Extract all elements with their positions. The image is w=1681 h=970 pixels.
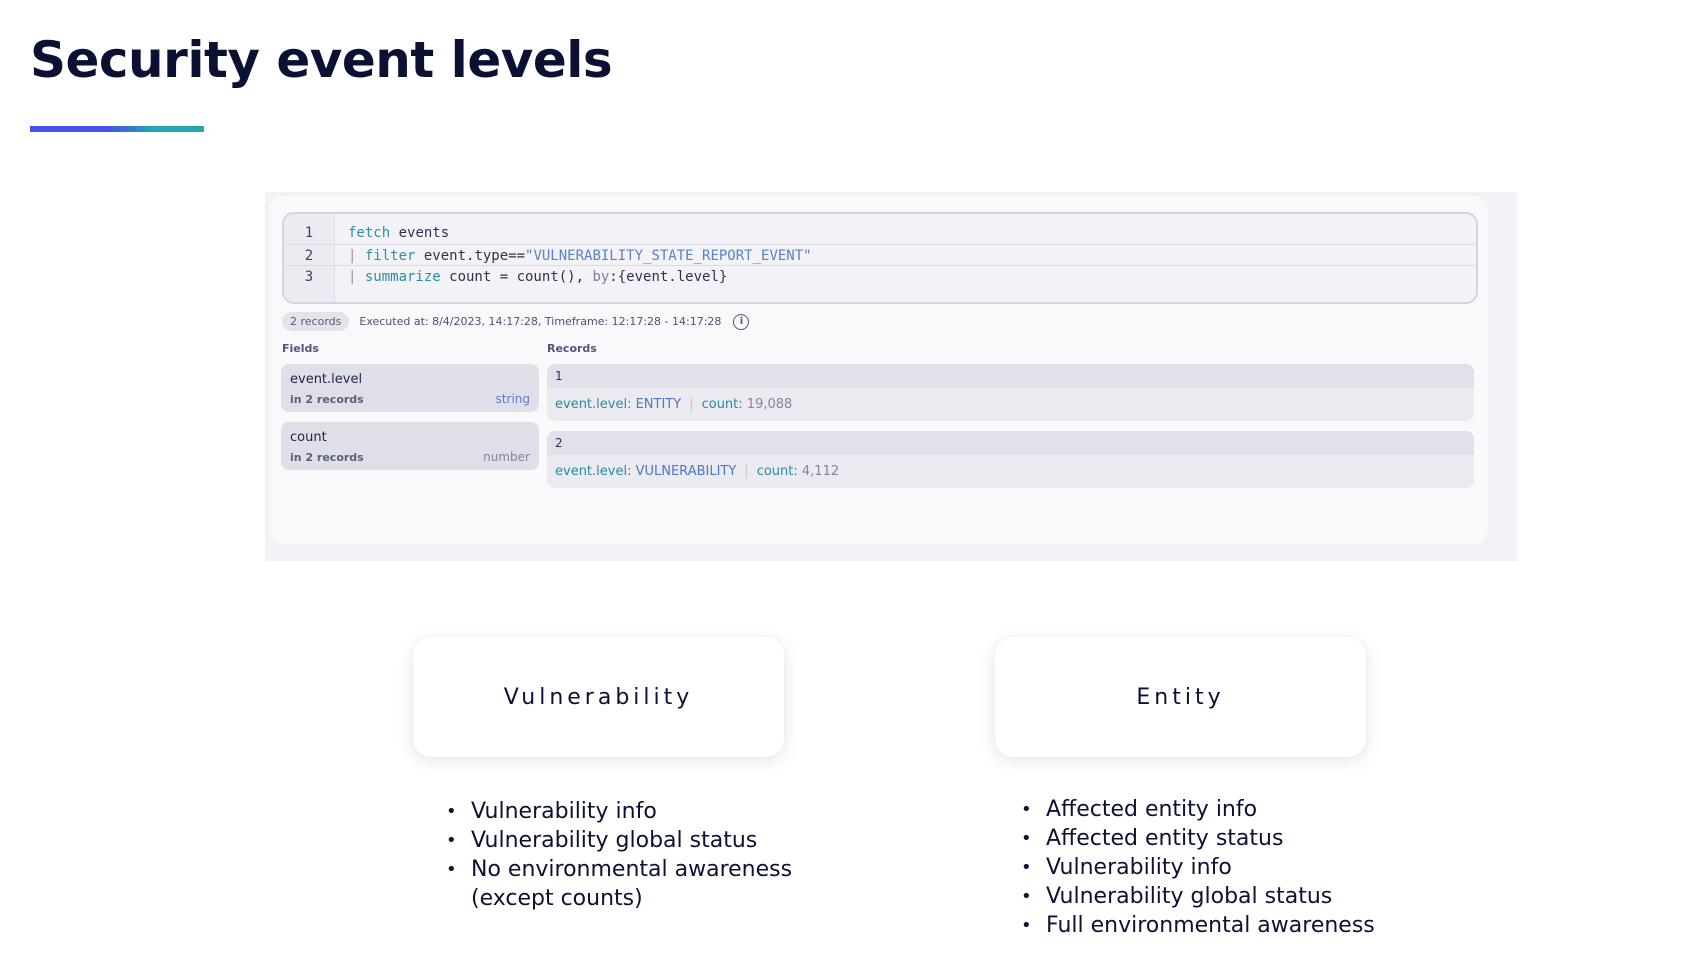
query-screenshot-panel: 1 fetch events 2 | filter event.type=="V… — [265, 192, 1517, 561]
entity-level-card: Entity — [995, 637, 1366, 757]
field-item-count[interactable]: count in 2 records number — [281, 422, 539, 470]
record-values: event.level: VULNERABILITY | count: 4,11… — [547, 455, 1474, 488]
bullet-item: • Affected entity info — [1021, 795, 1375, 824]
level-label: Vulnerability — [503, 684, 694, 710]
bullet-item: • Vulnerability global status — [446, 826, 792, 855]
record-key: count: — [756, 464, 798, 479]
record-value: ENTITY — [635, 397, 682, 412]
bullet-item: • Vulnerability info — [1021, 853, 1375, 882]
bullet-item: • Affected entity status — [1021, 824, 1375, 853]
record-key: event.level: — [555, 397, 632, 412]
code-text: | summarize count = count(), by:{event.l… — [334, 269, 727, 285]
slide-title: Security event levels — [30, 31, 613, 89]
field-record-count: in 2 records — [290, 393, 364, 406]
line-number: 1 — [304, 224, 314, 241]
record-index: 2 — [547, 431, 1474, 455]
code-editor[interactable]: 1 fetch events 2 | filter event.type=="V… — [282, 212, 1478, 304]
code-token: event.type== — [415, 247, 526, 264]
code-token: | — [348, 268, 365, 285]
record-values: event.level: ENTITY | count: 19,088 — [547, 388, 1474, 421]
field-type: string — [495, 392, 530, 406]
record-field-count: count: 19,088 — [702, 397, 793, 412]
bullet-icon: • — [446, 801, 457, 822]
record-value: 19,088 — [746, 397, 793, 412]
bullet-icon: • — [1021, 886, 1032, 907]
record-separator: | — [744, 464, 749, 479]
field-item-event-level[interactable]: event.level in 2 records string — [281, 364, 539, 412]
level-label: Entity — [1136, 684, 1225, 710]
bullet-icon: • — [446, 859, 457, 880]
code-token: summarize — [364, 268, 441, 285]
bullet-text: Vulnerability info — [1046, 855, 1232, 880]
query-card: 1 fetch events 2 | filter event.type=="V… — [269, 196, 1488, 544]
record-key: count: — [701, 397, 743, 412]
field-name: event.level — [290, 372, 363, 387]
bullet-text: No environmental awareness — [471, 857, 793, 882]
record-row[interactable]: 1 event.level: ENTITY | count: 19,088 — [547, 364, 1474, 421]
bullet-item: • Full environmental awareness — [1021, 911, 1375, 940]
code-token: :{event.level} — [609, 268, 728, 285]
code-token: | — [348, 247, 365, 264]
records-count-badge: 2 records — [282, 312, 350, 331]
bullet-icon: • — [1021, 799, 1032, 820]
record-field-event-level: event.level: VULNERABILITY — [555, 464, 736, 479]
execution-meta: 2 records Executed at: 8/4/2023, 14:17:2… — [282, 312, 750, 331]
vulnerability-bullet-list: • Vulnerability info • Vulnerability globa… — [446, 797, 792, 913]
info-icon[interactable]: i — [733, 313, 750, 330]
bullet-item: • Vulnerability info — [446, 797, 792, 826]
bullet-item: • Vulnerability global status — [1021, 882, 1375, 911]
code-token: "VULNERABILITY_STATE_REPORT_EVENT" — [525, 247, 812, 264]
bullet-item: • No environmental awareness — [446, 855, 792, 884]
bullet-icon: • — [1021, 857, 1032, 878]
record-index: 1 — [547, 364, 1474, 388]
bullet-text: Full environmental awareness — [1046, 913, 1375, 938]
bullet-item-continuation: (except counts) — [446, 884, 792, 913]
code-token: events — [390, 224, 450, 241]
title-underline — [30, 126, 204, 132]
field-type: number — [483, 450, 530, 464]
record-row[interactable]: 2 event.level: VULNERABILITY | count: 4,… — [547, 431, 1474, 488]
bullet-text: Vulnerability info — [471, 799, 657, 824]
line-number: 2 — [304, 247, 314, 264]
bullet-text: (except counts) — [471, 886, 643, 911]
bullet-icon: • — [446, 830, 457, 851]
code-text: fetch events — [334, 225, 449, 241]
executed-at-text: Executed at: 8/4/2023, 14:17:28, Timefra… — [359, 315, 722, 328]
code-token: fetch — [348, 224, 391, 241]
entity-bullet-list: • Affected entity info • Affected entity s… — [1021, 795, 1375, 940]
field-name: count — [290, 430, 327, 445]
records-label: Records — [547, 342, 597, 355]
fields-label: Fields — [282, 342, 319, 355]
bullet-text: Affected entity status — [1046, 826, 1284, 851]
record-separator: | — [689, 397, 694, 412]
code-line: 1 fetch events — [284, 222, 1476, 243]
bullet-text: Vulnerability global status — [1046, 884, 1333, 909]
record-key: event.level: — [555, 464, 632, 479]
code-token: by — [592, 268, 610, 285]
code-line: 3 | summarize count = count(), by:{event… — [284, 265, 1476, 287]
bullet-icon: • — [1021, 828, 1032, 849]
bullet-text: Vulnerability global status — [471, 828, 758, 853]
record-field-count: count: 4,112 — [757, 464, 839, 479]
field-record-count: in 2 records — [290, 451, 364, 464]
record-value: VULNERABILITY — [635, 464, 737, 479]
line-number: 3 — [304, 268, 314, 285]
record-value: 4,112 — [801, 464, 840, 479]
code-token: filter — [364, 247, 416, 264]
code-token: count = count(), — [440, 268, 593, 285]
bullet-icon: • — [1021, 915, 1032, 936]
bullet-text: Affected entity info — [1046, 797, 1258, 822]
record-field-event-level: event.level: ENTITY — [555, 397, 681, 412]
code-line: 2 | filter event.type=="VULNERABILITY_ST… — [284, 244, 1476, 266]
vulnerability-level-card: Vulnerability — [413, 637, 784, 757]
code-text: | filter event.type=="VULNERABILITY_STAT… — [334, 248, 812, 264]
